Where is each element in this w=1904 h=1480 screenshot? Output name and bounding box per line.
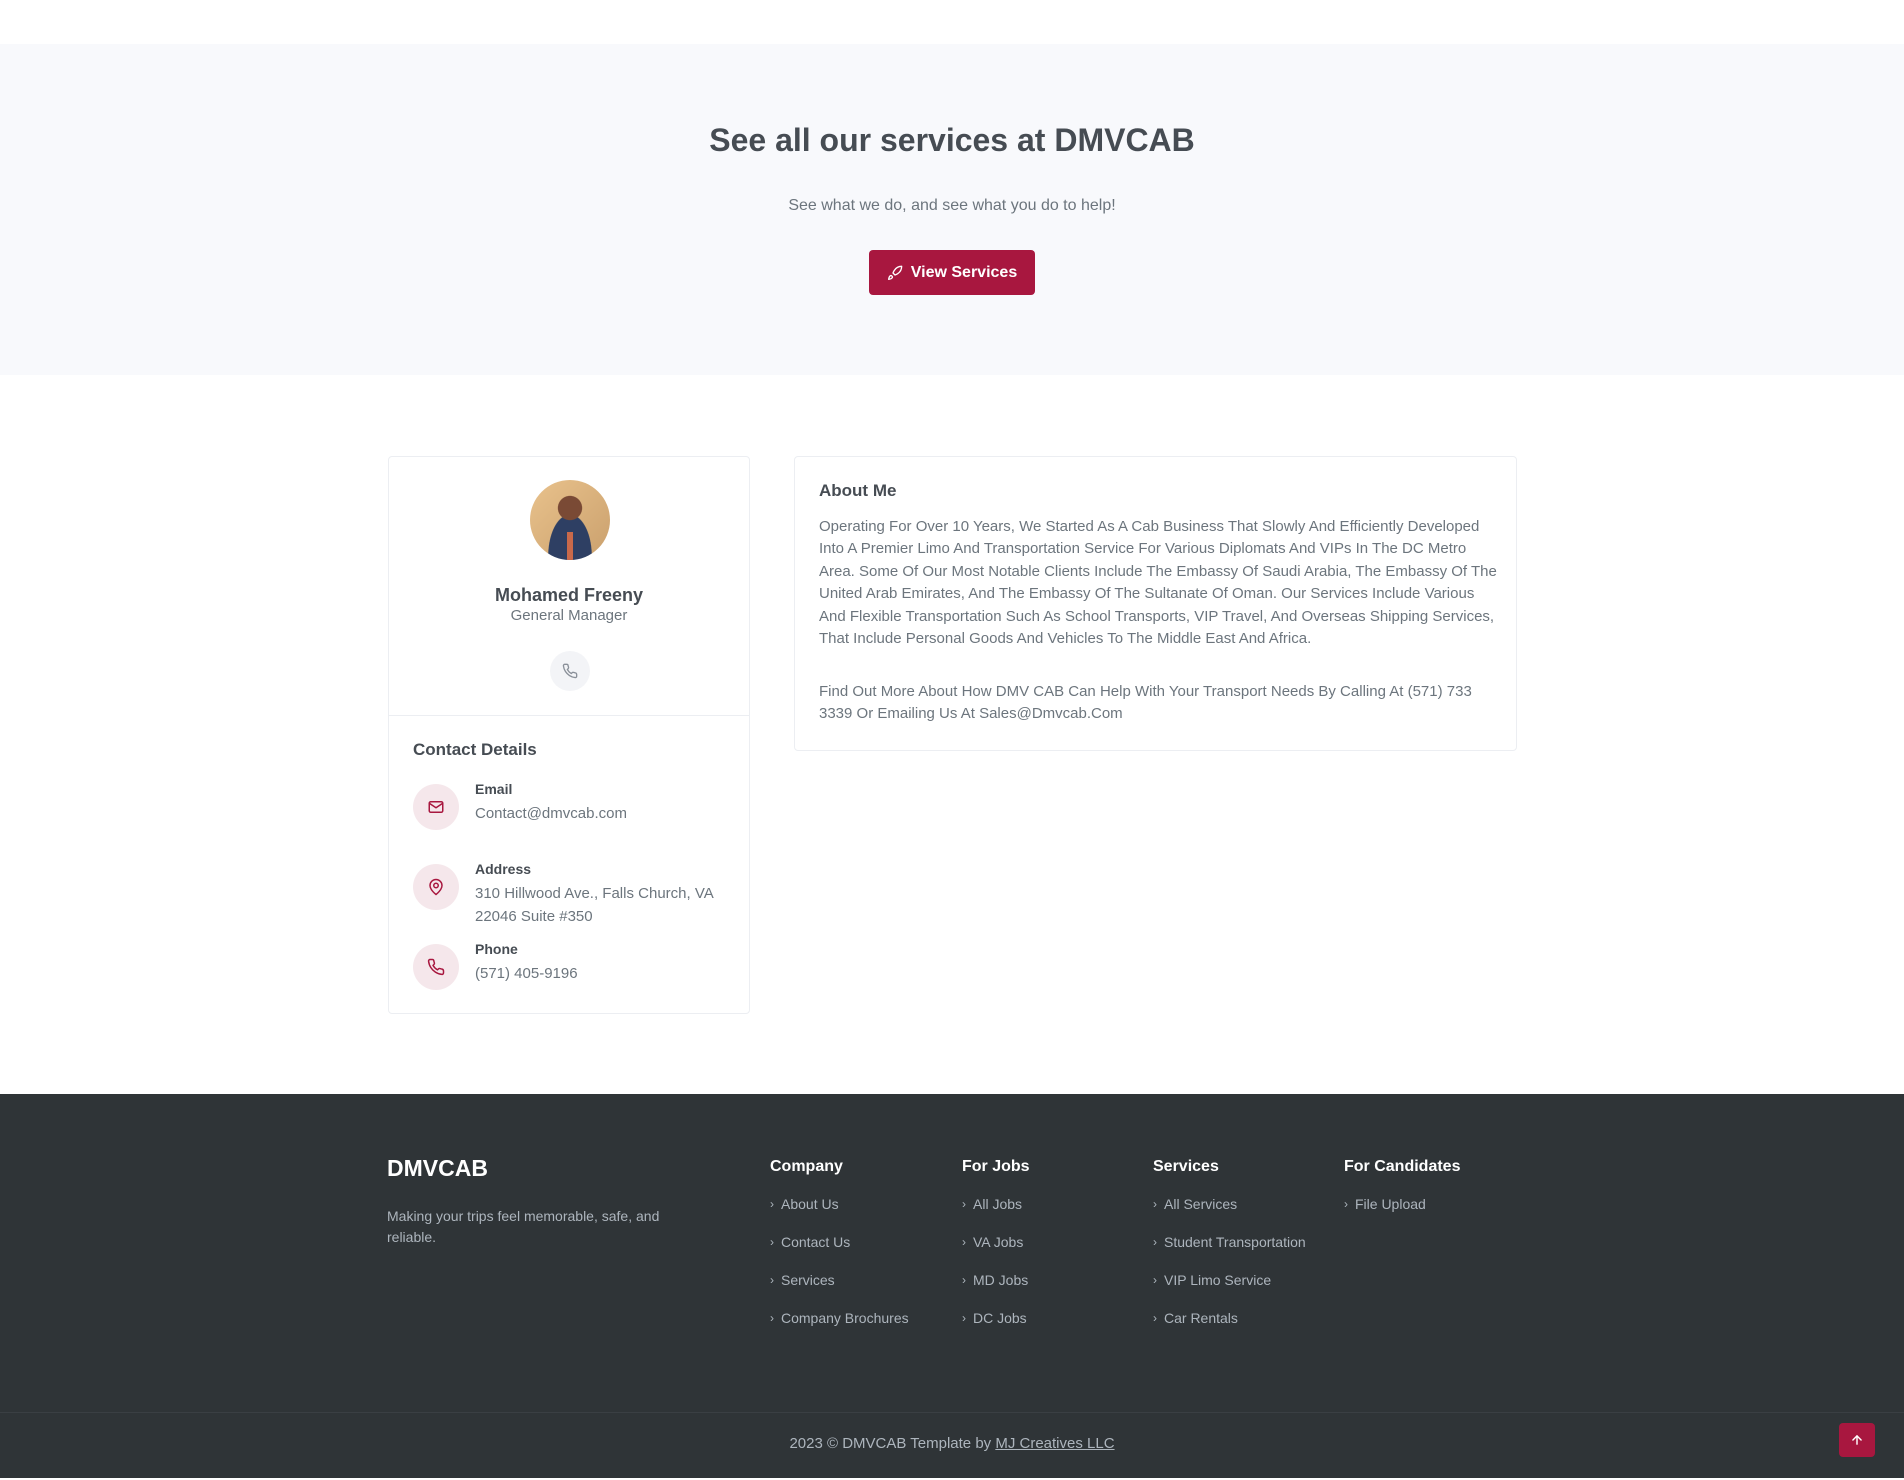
contact-email-label: Email <box>475 781 513 797</box>
phone-icon <box>427 958 445 976</box>
scroll-to-top-button[interactable] <box>1839 1423 1875 1457</box>
footer-link-about-us[interactable]: › About Us <box>770 1196 909 1234</box>
view-services-label: View Services <box>910 263 1018 281</box>
footer-col-title: For Jobs <box>962 1158 1030 1175</box>
footer-link-md-jobs[interactable]: › MD Jobs <box>962 1272 1030 1310</box>
chevron-right-icon: › <box>962 1311 966 1325</box>
phone-icon <box>562 663 578 679</box>
footer-link-label: About Us <box>781 1196 839 1212</box>
chevron-right-icon: › <box>962 1235 966 1249</box>
chevron-right-icon: › <box>962 1197 966 1211</box>
copyright: 2023 © DMVCAB Template by MJ Creatives L… <box>0 1435 1904 1452</box>
footer-link-dc-jobs[interactable]: › DC Jobs <box>962 1310 1030 1348</box>
footer-tagline: Making your trips feel memorable, safe, … <box>387 1208 660 1245</box>
chevron-right-icon: › <box>770 1235 774 1249</box>
footer-brand[interactable]: DMVCAB <box>387 1155 488 1182</box>
footer-link-label: Car Rentals <box>1164 1310 1238 1326</box>
footer-link-label: Company Brochures <box>781 1310 909 1326</box>
footer-link-label: MD Jobs <box>973 1272 1029 1288</box>
footer-link-services[interactable]: › Services <box>770 1272 909 1310</box>
footer-link-all-jobs[interactable]: › All Jobs <box>962 1196 1030 1234</box>
top-strip <box>0 0 1904 44</box>
footer-link-label: Student Transportation <box>1164 1234 1306 1250</box>
footer-col-company: Company › About Us › Contact Us › Services … <box>770 1158 909 1348</box>
footer-link-label: Contact Us <box>781 1234 851 1250</box>
contact-address-value: 310 Hillwood Ave., Falls Church, VA 2204… <box>475 885 713 925</box>
footer-col-services: Services › All Services › Student Transpor… <box>1153 1158 1306 1348</box>
chevron-right-icon: › <box>1153 1235 1157 1249</box>
cta-subtitle: See what we do, and see what you do to h… <box>788 197 1116 214</box>
contact-email-icon-wrap <box>413 784 459 830</box>
footer-col-jobs: For Jobs › All Jobs › VA Jobs › MD Jobs › DC… <box>962 1158 1030 1348</box>
chevron-right-icon: › <box>1153 1273 1157 1287</box>
cta-title: See all our services at DMVCAB <box>709 122 1195 158</box>
contact-address-label: Address <box>475 861 532 877</box>
chevron-right-icon: › <box>770 1273 774 1287</box>
footer-link-label: All Services <box>1164 1196 1238 1212</box>
chevron-right-icon: › <box>770 1311 774 1325</box>
view-services-button[interactable]: View Services <box>869 250 1035 295</box>
footer-link-label: File Upload <box>1355 1196 1426 1212</box>
footer-link-company-brochures[interactable]: › Company Brochures <box>770 1310 909 1348</box>
profile-card: Mohamed Freeny General Manager Contact D… <box>388 456 750 1014</box>
footer-divider <box>0 1412 1904 1413</box>
about-paragraph-2: Find Out More About How DMV CAB Can Help… <box>819 683 1472 723</box>
footer-link-file-upload[interactable]: › File Upload <box>1344 1196 1460 1234</box>
chevron-right-icon: › <box>1153 1311 1157 1325</box>
footer-link-label: All Jobs <box>973 1196 1023 1212</box>
about-title: About Me <box>819 481 897 500</box>
map-pin-icon <box>429 878 443 896</box>
copyright-link[interactable]: MJ Creatives LLC <box>995 1435 1114 1452</box>
chevron-right-icon: › <box>1153 1197 1157 1211</box>
footer-col-title: For Candidates <box>1344 1158 1461 1175</box>
avatar <box>530 480 610 560</box>
profile-name: Mohamed Freeny <box>494 585 644 605</box>
footer-link-car-rentals[interactable]: › Car Rentals <box>1153 1310 1306 1348</box>
contact-email-value[interactable]: Contact@dmvcab.com <box>475 802 735 825</box>
contact-phone-label: Phone <box>475 941 518 957</box>
footer-link-label: VIP Limo Service <box>1164 1272 1272 1288</box>
footer-link-contact-us[interactable]: › Contact Us <box>770 1234 909 1272</box>
profile-role: General Manager <box>510 607 628 624</box>
footer-link-student-transportation[interactable]: › Student Transportation <box>1153 1234 1306 1272</box>
contact-phone-value[interactable]: (571) 405-9196 <box>475 962 735 985</box>
chevron-right-icon: › <box>770 1197 774 1211</box>
footer: DMVCAB Making your trips feel memorable,… <box>0 1094 1904 1478</box>
contact-phone-icon-wrap <box>413 944 459 990</box>
footer-col-title: Company <box>770 1158 843 1175</box>
contact-details-title: Contact Details <box>413 740 537 759</box>
chevron-right-icon: › <box>1344 1197 1348 1211</box>
footer-link-label: DC Jobs <box>973 1310 1027 1326</box>
footer-link-vip-limo-service[interactable]: › VIP Limo Service <box>1153 1272 1306 1310</box>
footer-col-candidates: For Candidates › File Upload <box>1344 1158 1460 1234</box>
card-divider <box>389 715 749 716</box>
services-cta-section: See all our services at DMVCAB See what … <box>0 44 1904 375</box>
copyright-text: 2023 © DMVCAB Template by <box>789 1435 992 1452</box>
contact-address-icon-wrap <box>413 864 459 910</box>
rocket-icon <box>887 265 903 280</box>
about-card: About Me Operating For Over 10 Years, We… <box>794 456 1517 751</box>
mail-icon <box>428 801 444 813</box>
chevron-right-icon: › <box>962 1273 966 1287</box>
footer-link-label: VA Jobs <box>973 1234 1024 1250</box>
footer-link-all-services[interactable]: › All Services <box>1153 1196 1306 1234</box>
footer-col-title: Services <box>1153 1158 1219 1175</box>
footer-link-va-jobs[interactable]: › VA Jobs <box>962 1234 1030 1272</box>
call-button[interactable] <box>550 651 590 691</box>
footer-link-label: Services <box>781 1272 835 1288</box>
about-paragraph-1: Operating For Over 10 Years, We Started … <box>819 518 1497 648</box>
arrow-up-icon <box>1852 1435 1862 1445</box>
